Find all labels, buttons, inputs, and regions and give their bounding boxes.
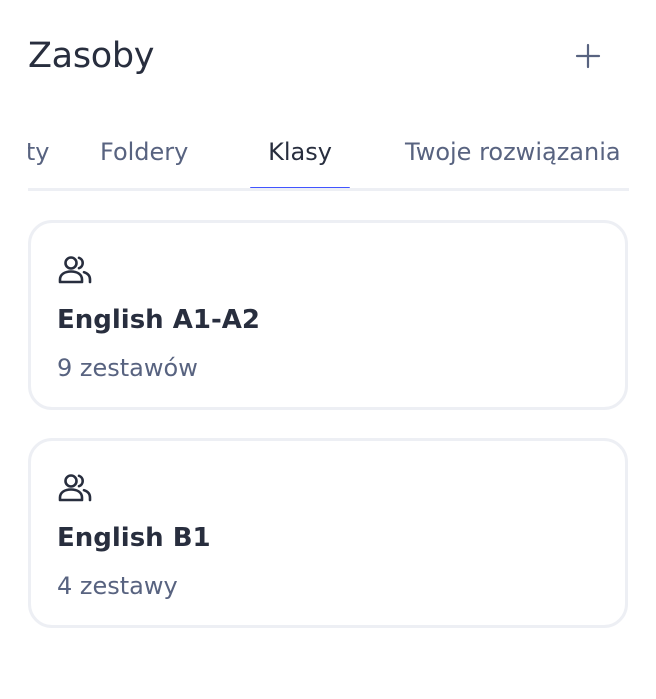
set-count: 4 zestawy <box>57 572 178 600</box>
class-name: English B1 <box>57 523 211 553</box>
users-icon <box>57 473 93 503</box>
page-header: Zasoby <box>28 32 628 82</box>
set-count: 9 zestawów <box>57 354 198 382</box>
class-card[interactable]: English A1-A2 9 zestawów <box>28 220 628 410</box>
tab-tests[interactable]: Testy <box>28 128 49 188</box>
plus-icon <box>575 43 601 69</box>
class-name: English A1-A2 <box>57 305 260 335</box>
add-button[interactable] <box>572 40 604 72</box>
users-icon <box>57 255 93 285</box>
class-card[interactable]: English B1 4 zestawy <box>28 438 628 628</box>
tab-classes[interactable]: Klasy <box>250 128 350 188</box>
tab-bar: Testy Foldery Klasy Twoje rozwiązania <box>28 128 629 191</box>
tab-classes-label: Klasy <box>268 138 332 166</box>
tab-folders[interactable]: Foldery <box>100 128 188 188</box>
tab-your-solutions[interactable]: Twoje rozwiązania <box>405 128 621 188</box>
active-tab-indicator <box>250 187 350 188</box>
page-title: Zasoby <box>28 36 155 76</box>
